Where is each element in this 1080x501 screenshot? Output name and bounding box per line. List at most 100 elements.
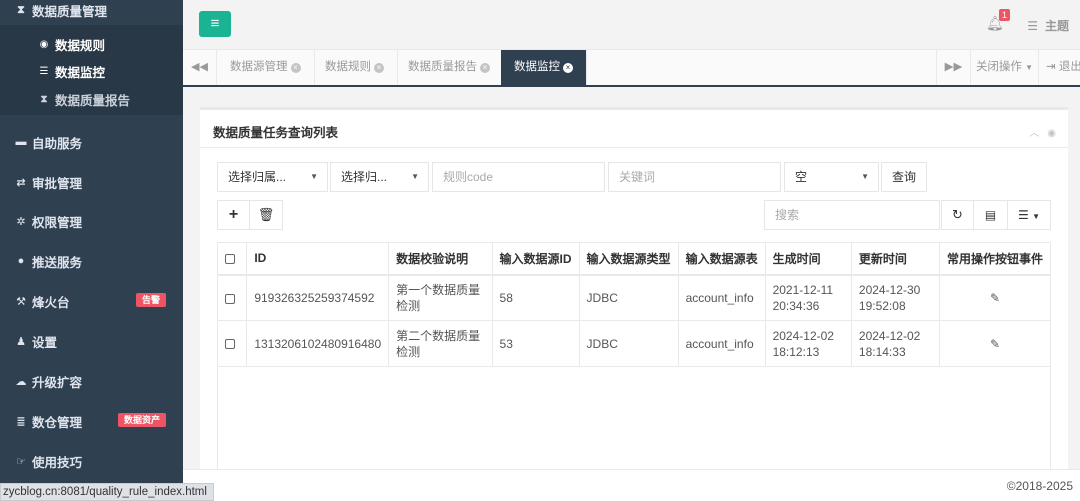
delete-button[interactable]: 🗑︎ (249, 200, 283, 230)
comment-icon: ● (17, 255, 25, 267)
cell-created: 2024-12-02 18:12:13 (764, 320, 852, 367)
col-header-source-id[interactable]: 输入数据源ID (491, 242, 580, 276)
belong-select-1[interactable]: 选择归属... ▼ (217, 162, 328, 192)
cell-desc: 第一个数据质量检测 (388, 274, 493, 321)
close-icon[interactable]: × (290, 63, 301, 73)
sidebar-subitem-data-rules[interactable]: ◉ 数据规则 (0, 31, 183, 57)
add-button[interactable]: + (217, 200, 250, 230)
list-icon: ☰ (39, 65, 49, 77)
sidebar-group-data-quality[interactable]: ⧗ 数据质量管理 (0, 0, 183, 28)
cell-desc: 第二个数据质量检测 (388, 320, 493, 367)
edit-icon[interactable]: ✎ (947, 336, 1043, 352)
panel-title: 数据质量任务查询列表 (200, 110, 1068, 148)
close-icon[interactable]: × (563, 63, 573, 73)
table-row: 1313206102480916480 第二个数据质量检测 53 JDBC ac… (216, 320, 1052, 367)
belong-select-1-value: 选择归属... (228, 170, 287, 184)
theme-label: 主题 (1044, 19, 1069, 33)
coffee-icon: ▬ (15, 136, 27, 148)
close-ops-label: 关闭操作 (975, 61, 1022, 73)
edit-icon[interactable]: ✎ (947, 290, 1043, 306)
cell-source-id: 53 (491, 320, 580, 367)
notification-button[interactable]: 🔔︎ 1 (986, 9, 1010, 33)
sidebar-subitem-quality-report[interactable]: ⧗ 数据质量报告 (0, 86, 183, 112)
row-checkbox[interactable] (225, 293, 235, 304)
col-header-source-table[interactable]: 输入数据源表 (677, 242, 766, 276)
menu-toggle-button[interactable]: ≡ (199, 11, 231, 37)
keyword-input[interactable]: 关键词 (608, 162, 781, 192)
caret-down-icon: ▼ (310, 172, 318, 181)
table-row: 919326325259374592 第一个数据质量检测 58 JDBC acc… (216, 274, 1052, 321)
toggle-view-button[interactable]: ▤ (973, 200, 1008, 230)
tabs-scroll-left-button[interactable]: ◀◀ (183, 50, 217, 85)
hand-icon: ☞ (16, 455, 26, 468)
tab-data-rules[interactable]: 数据规则 × (312, 50, 398, 85)
chevron-up-icon[interactable]: ︿ (1029, 128, 1039, 139)
sidebar-item-tips[interactable]: ☞ 使用技巧 (0, 443, 183, 479)
cell-source-type: JDBC (578, 274, 679, 321)
refresh-button[interactable]: ↻ (941, 200, 974, 230)
sidebar-item-permissions[interactable]: ✲ 权限管理 (0, 203, 183, 239)
backward-icon: ◀◀ (191, 61, 208, 73)
select-all-checkbox[interactable] (225, 254, 235, 265)
sidebar-item-self-service[interactable]: ▬ 自助服务 (0, 124, 183, 160)
sidebar-item-approval[interactable]: ⇄ 审批管理 (0, 164, 183, 200)
close-ops-dropdown[interactable]: 关闭操作 ▼ (970, 50, 1038, 85)
col-header-created[interactable]: 生成时间 (764, 242, 852, 276)
task-list-panel: 数据质量任务查询列表 ︿ ◉ 选择归属... ▼ 选择归... ▼ 规则code … (200, 107, 1068, 501)
belong-select-2[interactable]: 选择归... ▼ (330, 162, 429, 192)
rule-code-input[interactable]: 规则code (432, 162, 605, 192)
theme-button[interactable]: ☰ 主题 (1027, 17, 1069, 34)
cell-actions: ✎ (938, 274, 1052, 321)
search-input[interactable]: 搜索 (764, 200, 940, 230)
search-placeholder: 搜索 (775, 208, 800, 222)
sidebar-item-settings[interactable]: ♟ 设置 (0, 323, 183, 359)
col-header-id[interactable]: ID (246, 242, 390, 276)
close-icon[interactable]: × (374, 63, 384, 73)
tab-quality-report[interactable]: 数据质量报告 × (395, 50, 504, 85)
tab-label: 数据质量报告 (408, 61, 477, 73)
sidebar-item-label: 使用技巧 (32, 455, 83, 470)
empty-select-value: 空 (795, 170, 808, 184)
cloud-icon: ☁ (15, 375, 27, 388)
refresh-icon: ↻ (952, 207, 963, 222)
alarm-badge: 告警 (135, 293, 166, 307)
col-header-source-type[interactable]: 输入数据源类型 (578, 242, 679, 276)
cell-source-table: account_info (677, 274, 766, 321)
sidebar-item-label: 升级扩容 (32, 375, 83, 390)
empty-select[interactable]: 空 ▼ (784, 162, 879, 192)
row-checkbox[interactable] (225, 339, 235, 350)
footer: ©2018-2025 (183, 469, 1080, 501)
sidebar-item-label: 审批管理 (32, 176, 83, 191)
tab-label: 数据源管理 (230, 61, 288, 73)
query-label: 查询 (891, 170, 916, 184)
close-icon[interactable]: × (480, 63, 490, 73)
cell-updated: 2024-12-02 18:14:33 (850, 320, 940, 367)
hamburger-icon: ≡ (210, 15, 220, 32)
rule-code-placeholder: 规则code (443, 170, 494, 184)
col-header-updated[interactable]: 更新时间 (850, 242, 940, 276)
table-header-row: ID 数据校验说明 输入数据源ID 输入数据源类型 输入数据源表 生成时间 更新… (216, 242, 1052, 276)
exchange-icon: ⇄ (16, 176, 26, 189)
sidebar-item-push-service[interactable]: ● 推送服务 (0, 243, 183, 279)
tabs-scroll-right-button[interactable]: ▶▶ (936, 50, 970, 85)
eye-icon[interactable]: ◉ (1047, 128, 1056, 139)
select-all-cell (216, 242, 248, 276)
col-header-desc[interactable]: 数据校验说明 (388, 242, 493, 276)
sidebar-subitem-data-monitor[interactable]: ☰ 数据监控 (0, 58, 183, 84)
sidebar-item-warehouse[interactable]: ≣ 数仓管理 数据资产 (0, 403, 183, 439)
hourglass-icon: ⧗ (17, 3, 25, 16)
keyword-placeholder: 关键词 (619, 170, 656, 184)
forward-icon: ▶▶ (944, 61, 963, 73)
sidebar-item-beacon[interactable]: ⚒ 烽火台 告警 (0, 283, 183, 319)
caret-down-icon: ▼ (411, 172, 419, 181)
tab-data-monitor[interactable]: 数据监控 × (501, 50, 587, 85)
cell-id: 919326325259374592 (246, 274, 390, 321)
logout-button[interactable]: ⇥ 退出 (1038, 50, 1080, 85)
database-icon: ≣ (16, 415, 26, 428)
query-button[interactable]: 查询 (881, 162, 927, 192)
cell-updated: 2024-12-30 19:52:08 (850, 274, 940, 321)
tab-datasource[interactable]: 数据源管理 × (217, 50, 315, 85)
columns-dropdown-button[interactable]: ☰ ▼ (1007, 200, 1051, 230)
notification-count: 1 (998, 9, 1010, 21)
sidebar-item-upgrade[interactable]: ☁ 升级扩容 (0, 363, 183, 399)
